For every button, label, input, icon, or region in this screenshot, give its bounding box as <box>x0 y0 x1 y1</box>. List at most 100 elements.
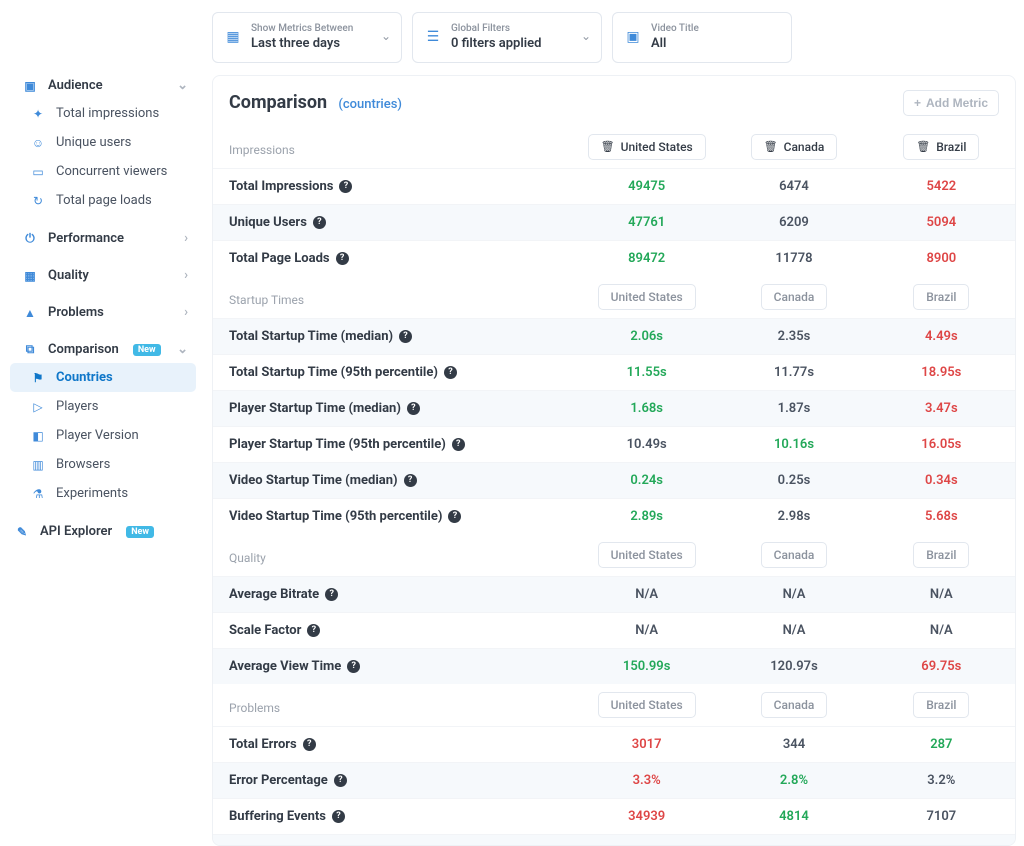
info-icon[interactable]: ? <box>399 330 412 343</box>
metric-value: 344 <box>783 737 805 752</box>
info-icon[interactable]: ? <box>307 624 320 637</box>
nav-item-countries[interactable]: ⚑ Countries <box>10 363 196 392</box>
panel-header: Comparison (countries) + Add Metric <box>213 76 1015 126</box>
filter-video-title[interactable]: ▣ Video Title All <box>612 12 792 63</box>
country-chip[interactable]: Canada <box>761 542 828 568</box>
country-chip[interactable]: Brazil <box>913 542 969 568</box>
metric-row: Total Errors?3017344287 <box>213 726 1015 762</box>
section-header-row: Startup TimesUnited StatesCanadaBrazil <box>213 276 1015 319</box>
info-icon[interactable]: ? <box>313 216 326 229</box>
nav-group-audience[interactable]: ▣ Audience ⌄ <box>10 72 200 99</box>
info-icon[interactable]: ? <box>452 438 465 451</box>
nav-group-problems[interactable]: ▲ Problems › <box>10 299 200 326</box>
nav-item-concurrent-viewers[interactable]: ▭ Concurrent viewers <box>10 157 200 186</box>
metric-row: Error Percentage?3.3%2.8%3.2% <box>213 762 1015 798</box>
panel-title: Comparison <box>229 92 327 113</box>
metric-name: Video Startup Time (95th percentile)? <box>229 509 557 524</box>
country-chip[interactable]: 🗑Canada <box>751 134 838 160</box>
nav-item-label: Countries <box>56 370 113 385</box>
nav-item-label: Concurrent viewers <box>56 164 167 179</box>
nav-group-comparison[interactable]: ⧉ Comparison New ⌄ <box>10 336 200 363</box>
metric-value: 11.77s <box>774 365 814 380</box>
metric-value: 2.8% <box>780 773 808 788</box>
nav-group-performance[interactable]: ⏻ Performance › <box>10 225 200 252</box>
comparison-table: Impressions🗑United States🗑Canada🗑BrazilT… <box>213 126 1015 845</box>
calendar-icon: ▦ <box>225 29 241 45</box>
metric-label: Total Page Loads <box>229 251 330 266</box>
nav-item-experiments[interactable]: ⚗ Experiments <box>10 479 200 508</box>
metric-value: 11778 <box>775 251 812 266</box>
info-icon[interactable]: ? <box>444 366 457 379</box>
metric-label: Buffering Events <box>229 809 326 824</box>
country-chip[interactable]: Brazil <box>913 692 969 718</box>
country-chip[interactable]: Canada <box>761 692 828 718</box>
country-chip[interactable]: 🗑United States <box>588 134 706 160</box>
metric-label: Error Percentage <box>229 773 328 788</box>
nav-group-api-explorer[interactable]: ✎ API Explorer New <box>10 518 200 545</box>
metric-value: 8900 <box>926 251 956 266</box>
metric-value: 6474 <box>779 179 809 194</box>
section-name: Quality <box>213 534 573 577</box>
metric-label: Average Bitrate <box>229 587 319 602</box>
info-icon[interactable]: ? <box>407 402 420 415</box>
nav-item-players[interactable]: ▷ Players <box>10 392 200 421</box>
version-icon: ◧ <box>30 429 46 443</box>
metric-value: N/A <box>635 587 658 602</box>
user-icon: ☺ <box>30 136 46 150</box>
nav-item-browsers[interactable]: ▥ Browsers <box>10 450 200 479</box>
metric-value: 0.34s <box>925 473 958 488</box>
filter-date-range[interactable]: ▦ Show Metrics Between Last three days ⌄ <box>212 12 402 63</box>
info-icon[interactable]: ? <box>448 510 461 523</box>
metric-value: 18.95s <box>921 365 961 380</box>
filter-global[interactable]: ☰ Global Filters 0 filters applied ⌄ <box>412 12 602 63</box>
nav-item-total-page-loads[interactable]: ↻ Total page loads <box>10 186 200 215</box>
metric-value: 3.3% <box>633 773 661 788</box>
add-metric-button[interactable]: + Add Metric <box>903 90 999 116</box>
info-icon[interactable]: ? <box>404 474 417 487</box>
country-chip[interactable]: United States <box>598 542 696 568</box>
info-icon[interactable]: ? <box>336 252 349 265</box>
filter-value: Last three days <box>251 36 353 52</box>
country-chip[interactable]: United States <box>598 284 696 310</box>
info-icon[interactable]: ? <box>303 738 316 751</box>
nav-item-player-version[interactable]: ◧ Player Version <box>10 421 200 450</box>
country-chip-label: Canada <box>774 290 815 304</box>
metric-name: Video Startup Time (median)? <box>229 473 557 488</box>
metric-name: Scale Factor? <box>229 623 557 638</box>
metric-row: Total Impressions?4947564745422 <box>213 168 1015 204</box>
metric-name: Player Startup Time (95th percentile)? <box>229 437 557 452</box>
filter-value: All <box>651 36 699 52</box>
metric-label: Unique Users <box>229 215 307 230</box>
country-chip[interactable]: 🗑Brazil <box>903 134 979 160</box>
chevron-down-icon: ⌄ <box>581 29 591 43</box>
metric-label: Video Startup Time (95th percentile) <box>229 509 442 524</box>
info-icon[interactable]: ? <box>325 588 338 601</box>
metric-label: Scale Factor <box>229 623 301 638</box>
wifi-icon: ⏻ <box>22 231 38 246</box>
info-icon[interactable]: ? <box>332 810 345 823</box>
info-icon[interactable]: ? <box>339 180 352 193</box>
hd-icon: ▦ <box>22 269 38 283</box>
nav-item-label: Player Version <box>56 428 139 443</box>
metric-value: 47761 <box>628 215 665 230</box>
metric-name: Total Page Loads? <box>229 251 557 266</box>
info-icon[interactable]: ? <box>334 774 347 787</box>
info-icon[interactable]: ? <box>347 660 360 673</box>
alert-icon: ▲ <box>22 306 38 320</box>
country-chip-label: Brazil <box>926 698 956 712</box>
nav-item-total-impressions[interactable]: ✦ Total impressions <box>10 99 200 128</box>
nav-item-label: Experiments <box>56 486 128 501</box>
metric-label: Total Impressions <box>229 179 333 194</box>
sidebar: ▣ Audience ⌄ ✦ Total impressions ☺ Uniqu… <box>0 0 200 846</box>
metric-value: 2.06s <box>630 329 663 344</box>
country-chip[interactable]: United States <box>598 692 696 718</box>
country-chip[interactable]: Canada <box>761 284 828 310</box>
country-chip[interactable]: Brazil <box>913 284 969 310</box>
nav-group-label: Quality <box>48 268 89 283</box>
country-chip-cell: Brazil <box>868 534 1015 577</box>
metric-row: Total Page Loads?89472117788900 <box>213 240 1015 276</box>
nav-group-quality[interactable]: ▦ Quality › <box>10 262 200 289</box>
country-chip-cell: United States <box>573 534 720 577</box>
nav-item-unique-users[interactable]: ☺ Unique users <box>10 128 200 157</box>
chevron-down-icon: ⌄ <box>177 342 188 357</box>
